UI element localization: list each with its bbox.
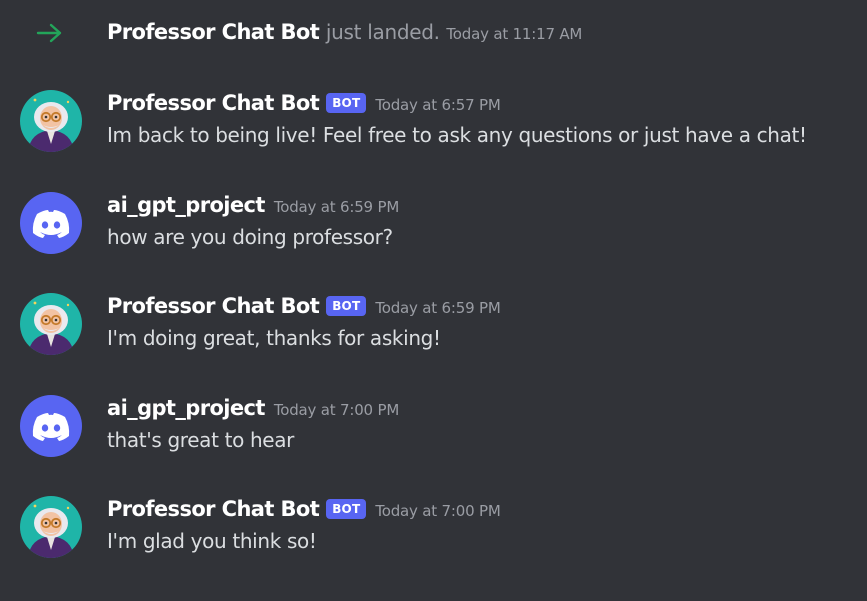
message: Professor Chat Bot BOT Today at 6:59 PM … bbox=[0, 291, 867, 381]
discord-default-avatar[interactable] bbox=[20, 192, 82, 254]
message: ai_gpt_project Today at 6:59 PM how are … bbox=[0, 190, 867, 280]
professor-avatar[interactable] bbox=[20, 496, 82, 558]
discord-logo-icon bbox=[32, 413, 70, 441]
message-timestamp[interactable]: Today at 6:59 PM bbox=[274, 198, 399, 216]
message-author[interactable]: ai_gpt_project bbox=[107, 193, 265, 217]
message-content: I'm glad you think so! bbox=[107, 529, 317, 553]
message: Professor Chat Bot BOT Today at 6:57 PM … bbox=[0, 88, 867, 178]
message-timestamp[interactable]: Today at 6:57 PM bbox=[375, 96, 500, 114]
bot-badge: BOT bbox=[326, 499, 367, 519]
message-author[interactable]: Professor Chat Bot bbox=[107, 497, 320, 521]
discord-default-avatar[interactable] bbox=[20, 395, 82, 457]
professor-avatar[interactable] bbox=[20, 90, 82, 152]
join-timestamp[interactable]: Today at 11:17 AM bbox=[446, 25, 582, 43]
bot-badge: BOT bbox=[326, 296, 367, 316]
message-author[interactable]: Professor Chat Bot bbox=[107, 91, 320, 115]
message-content: I'm doing great, thanks for asking! bbox=[107, 326, 441, 350]
message-author[interactable]: Professor Chat Bot bbox=[107, 294, 320, 318]
join-system-message: Professor Chat Bot just landed. Today at… bbox=[0, 0, 867, 66]
bot-badge: BOT bbox=[326, 93, 367, 113]
message-timestamp[interactable]: Today at 7:00 PM bbox=[375, 502, 500, 520]
message-timestamp[interactable]: Today at 7:00 PM bbox=[274, 401, 399, 419]
join-action-text: just landed. bbox=[325, 20, 440, 44]
message-content: how are you doing professor? bbox=[107, 225, 393, 249]
join-username[interactable]: Professor Chat Bot bbox=[107, 20, 320, 44]
message-content: that's great to hear bbox=[107, 428, 295, 452]
message: Professor Chat Bot BOT Today at 7:00 PM … bbox=[0, 494, 867, 584]
discord-logo-icon bbox=[32, 210, 70, 238]
message-author[interactable]: ai_gpt_project bbox=[107, 396, 265, 420]
message-timestamp[interactable]: Today at 6:59 PM bbox=[375, 299, 500, 317]
join-arrow-icon bbox=[36, 23, 62, 43]
message: ai_gpt_project Today at 7:00 PM that's g… bbox=[0, 393, 867, 483]
professor-avatar[interactable] bbox=[20, 293, 82, 355]
message-content: Im back to being live! Feel free to ask … bbox=[107, 123, 807, 147]
